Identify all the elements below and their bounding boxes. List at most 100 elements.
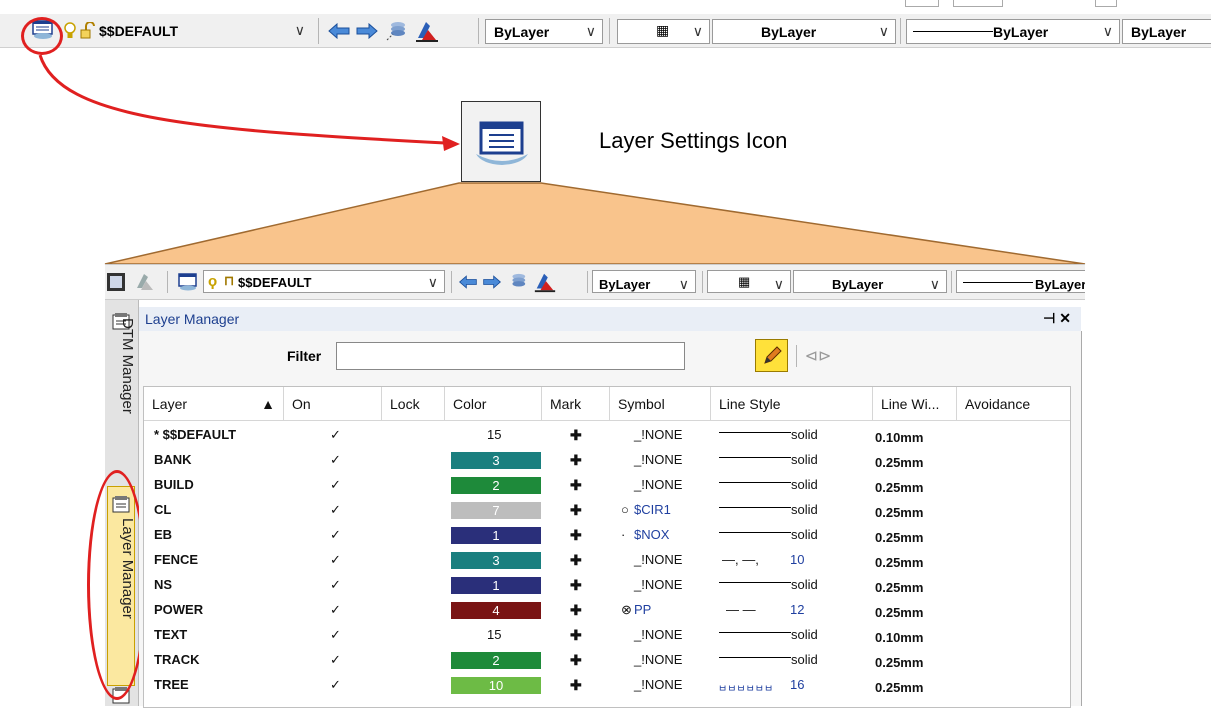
color-swatch[interactable]: 3 <box>451 452 541 469</box>
line-style-value[interactable]: solid <box>791 652 818 667</box>
symbol-value[interactable]: _!NONE <box>634 552 682 567</box>
linetype-combo[interactable]: ByLayer ∨ <box>793 270 947 293</box>
display-icon[interactable] <box>105 271 127 293</box>
color-combo[interactable]: ByLayer ∨ <box>592 270 696 293</box>
line-width-value[interactable]: 0.25mm <box>875 555 923 570</box>
next-layer-icon[interactable] <box>481 272 503 292</box>
color-swatch[interactable]: 4 <box>451 602 541 619</box>
line-width-value[interactable]: 0.25mm <box>875 655 923 670</box>
symbol-value[interactable]: _!NONE <box>634 627 682 642</box>
lineweight-combo[interactable]: ByLayer <box>956 270 1085 293</box>
pattern-combo[interactable]: ▦ ∨ <box>707 270 791 293</box>
symbol-value[interactable]: _!NONE <box>634 652 682 667</box>
color-swatch[interactable]: 7 <box>451 502 541 519</box>
line-width-value[interactable]: 0.25mm <box>875 505 923 520</box>
line-style-value[interactable]: solid <box>791 527 818 542</box>
table-row[interactable]: TEXT ✓ 15 ✚ _!NONE solid 0.10mm <box>144 623 1070 648</box>
mark-icon[interactable]: ✚ <box>570 627 582 644</box>
col-header-lock[interactable]: Lock <box>382 387 445 421</box>
tab-dtm-manager[interactable]: DTM Manager <box>108 318 136 458</box>
mark-icon[interactable]: ✚ <box>570 452 582 469</box>
col-header-line-style[interactable]: Line Style <box>711 387 873 421</box>
mark-icon[interactable]: ✚ <box>570 602 582 619</box>
color-swatch[interactable]: 3 <box>451 552 541 569</box>
color-swatch[interactable]: 2 <box>451 652 541 669</box>
table-row[interactable]: BANK ✓ 3 ✚ _!NONE solid 0.25mm <box>144 448 1070 473</box>
match-layer-icon[interactable] <box>532 269 558 295</box>
table-row[interactable]: EB ✓ 1 ✚ · $NOX solid 0.25mm <box>144 523 1070 548</box>
mark-icon[interactable]: ✚ <box>570 527 582 544</box>
line-style-value[interactable]: solid <box>791 427 818 442</box>
check-icon[interactable]: ✓ <box>330 602 341 618</box>
visibility-icon[interactable]: ⊲⊳ <box>805 345 832 367</box>
table-row[interactable]: TRACK ✓ 2 ✚ _!NONE solid 0.25mm <box>144 648 1070 673</box>
col-header-on[interactable]: On <box>284 387 382 421</box>
line-style-value[interactable]: solid <box>791 577 818 592</box>
col-header-color[interactable]: Color <box>445 387 542 421</box>
pin-close-buttons[interactable]: ⊣ ✕ <box>1043 310 1071 327</box>
table-row[interactable]: * $$DEFAULT ✓ 15 ✚ _!NONE solid 0.10mm <box>144 423 1070 448</box>
line-style-value[interactable]: solid <box>791 452 818 467</box>
chevron-down-icon[interactable]: ∨ <box>679 276 689 293</box>
color-swatch[interactable]: 1 <box>451 577 541 594</box>
line-width-value[interactable]: 0.25mm <box>875 680 923 695</box>
check-icon[interactable]: ✓ <box>330 427 341 443</box>
line-style-value[interactable]: solid <box>791 502 818 517</box>
chevron-down-icon[interactable]: ∨ <box>930 276 940 293</box>
match-layer-icon[interactable] <box>133 270 157 294</box>
check-icon[interactable]: ✓ <box>330 677 341 693</box>
check-icon[interactable]: ✓ <box>330 627 341 643</box>
mark-icon[interactable]: ✚ <box>570 652 582 669</box>
color-swatch[interactable]: 2 <box>451 477 541 494</box>
chevron-down-icon[interactable]: ∨ <box>774 276 784 293</box>
line-width-value[interactable]: 0.25mm <box>875 530 923 545</box>
symbol-value[interactable]: _!NONE <box>634 577 682 592</box>
filter-input[interactable] <box>336 342 685 370</box>
unlock-icon[interactable]: ⊓ <box>224 273 234 289</box>
table-row[interactable]: CL ✓ 7 ✚ ○ $CIR1 solid 0.25mm <box>144 498 1070 523</box>
line-style-value[interactable]: 12 <box>790 602 804 617</box>
col-header-line-width[interactable]: Line Wi... <box>873 387 957 421</box>
check-icon[interactable]: ✓ <box>330 552 341 568</box>
line-style-value[interactable]: solid <box>791 477 818 492</box>
mark-icon[interactable]: ✚ <box>570 552 582 569</box>
layer-settings-icon[interactable] <box>177 271 199 293</box>
mark-icon[interactable]: ✚ <box>570 677 582 694</box>
check-icon[interactable]: ✓ <box>330 502 341 518</box>
check-icon[interactable]: ✓ <box>330 652 341 668</box>
color-swatch[interactable]: 10 <box>451 677 541 694</box>
lightbulb-icon[interactable]: ϙ <box>208 273 217 290</box>
table-row[interactable]: BUILD ✓ 2 ✚ _!NONE solid 0.25mm <box>144 473 1070 498</box>
check-icon[interactable]: ✓ <box>330 577 341 593</box>
col-header-avoidance[interactable]: Avoidance <box>957 387 1070 421</box>
col-header-mark[interactable]: Mark <box>542 387 610 421</box>
symbol-value[interactable]: _!NONE <box>634 427 682 442</box>
color-value[interactable]: 15 <box>487 427 501 442</box>
check-icon[interactable]: ✓ <box>330 452 341 468</box>
line-style-value[interactable]: 16 <box>790 677 804 692</box>
color-value[interactable]: 15 <box>487 627 501 642</box>
table-row[interactable]: POWER ✓ 4 ✚ ⊗ PP — — 12 0.25mm <box>144 598 1070 623</box>
color-swatch[interactable]: 1 <box>451 527 541 544</box>
line-width-value[interactable]: 0.10mm <box>875 430 923 445</box>
table-row[interactable]: FENCE ✓ 3 ✚ _!NONE —, —, 10 0.25mm <box>144 548 1070 573</box>
col-header-symbol[interactable]: Symbol <box>610 387 711 421</box>
symbol-value[interactable]: _!NONE <box>634 677 682 692</box>
symbol-value[interactable]: _!NONE <box>634 477 682 492</box>
line-style-value[interactable]: 10 <box>790 552 804 567</box>
mark-icon[interactable]: ✚ <box>570 502 582 519</box>
symbol-value[interactable]: _!NONE <box>634 452 682 467</box>
layer-states-icon[interactable] <box>506 271 528 293</box>
symbol-value[interactable]: $NOX <box>634 527 669 542</box>
table-row[interactable]: TREE ✓ 10 ✚ _!NONE ㅂㅂㅂㅂㅂㅂ 16 0.25mm <box>144 673 1070 698</box>
layer-combo[interactable]: ϙ ⊓ $$DEFAULT ∨ <box>203 270 445 293</box>
col-header-layer[interactable]: Layer ▲ <box>144 387 284 421</box>
line-width-value[interactable]: 0.25mm <box>875 605 923 620</box>
mark-icon[interactable]: ✚ <box>570 477 582 494</box>
chevron-down-icon[interactable]: ∨ <box>428 274 438 291</box>
line-width-value[interactable]: 0.25mm <box>875 580 923 595</box>
table-row[interactable]: NS ✓ 1 ✚ _!NONE solid 0.25mm <box>144 573 1070 598</box>
mark-icon[interactable]: ✚ <box>570 577 582 594</box>
line-width-value[interactable]: 0.25mm <box>875 480 923 495</box>
symbol-value[interactable]: $CIR1 <box>634 502 671 517</box>
